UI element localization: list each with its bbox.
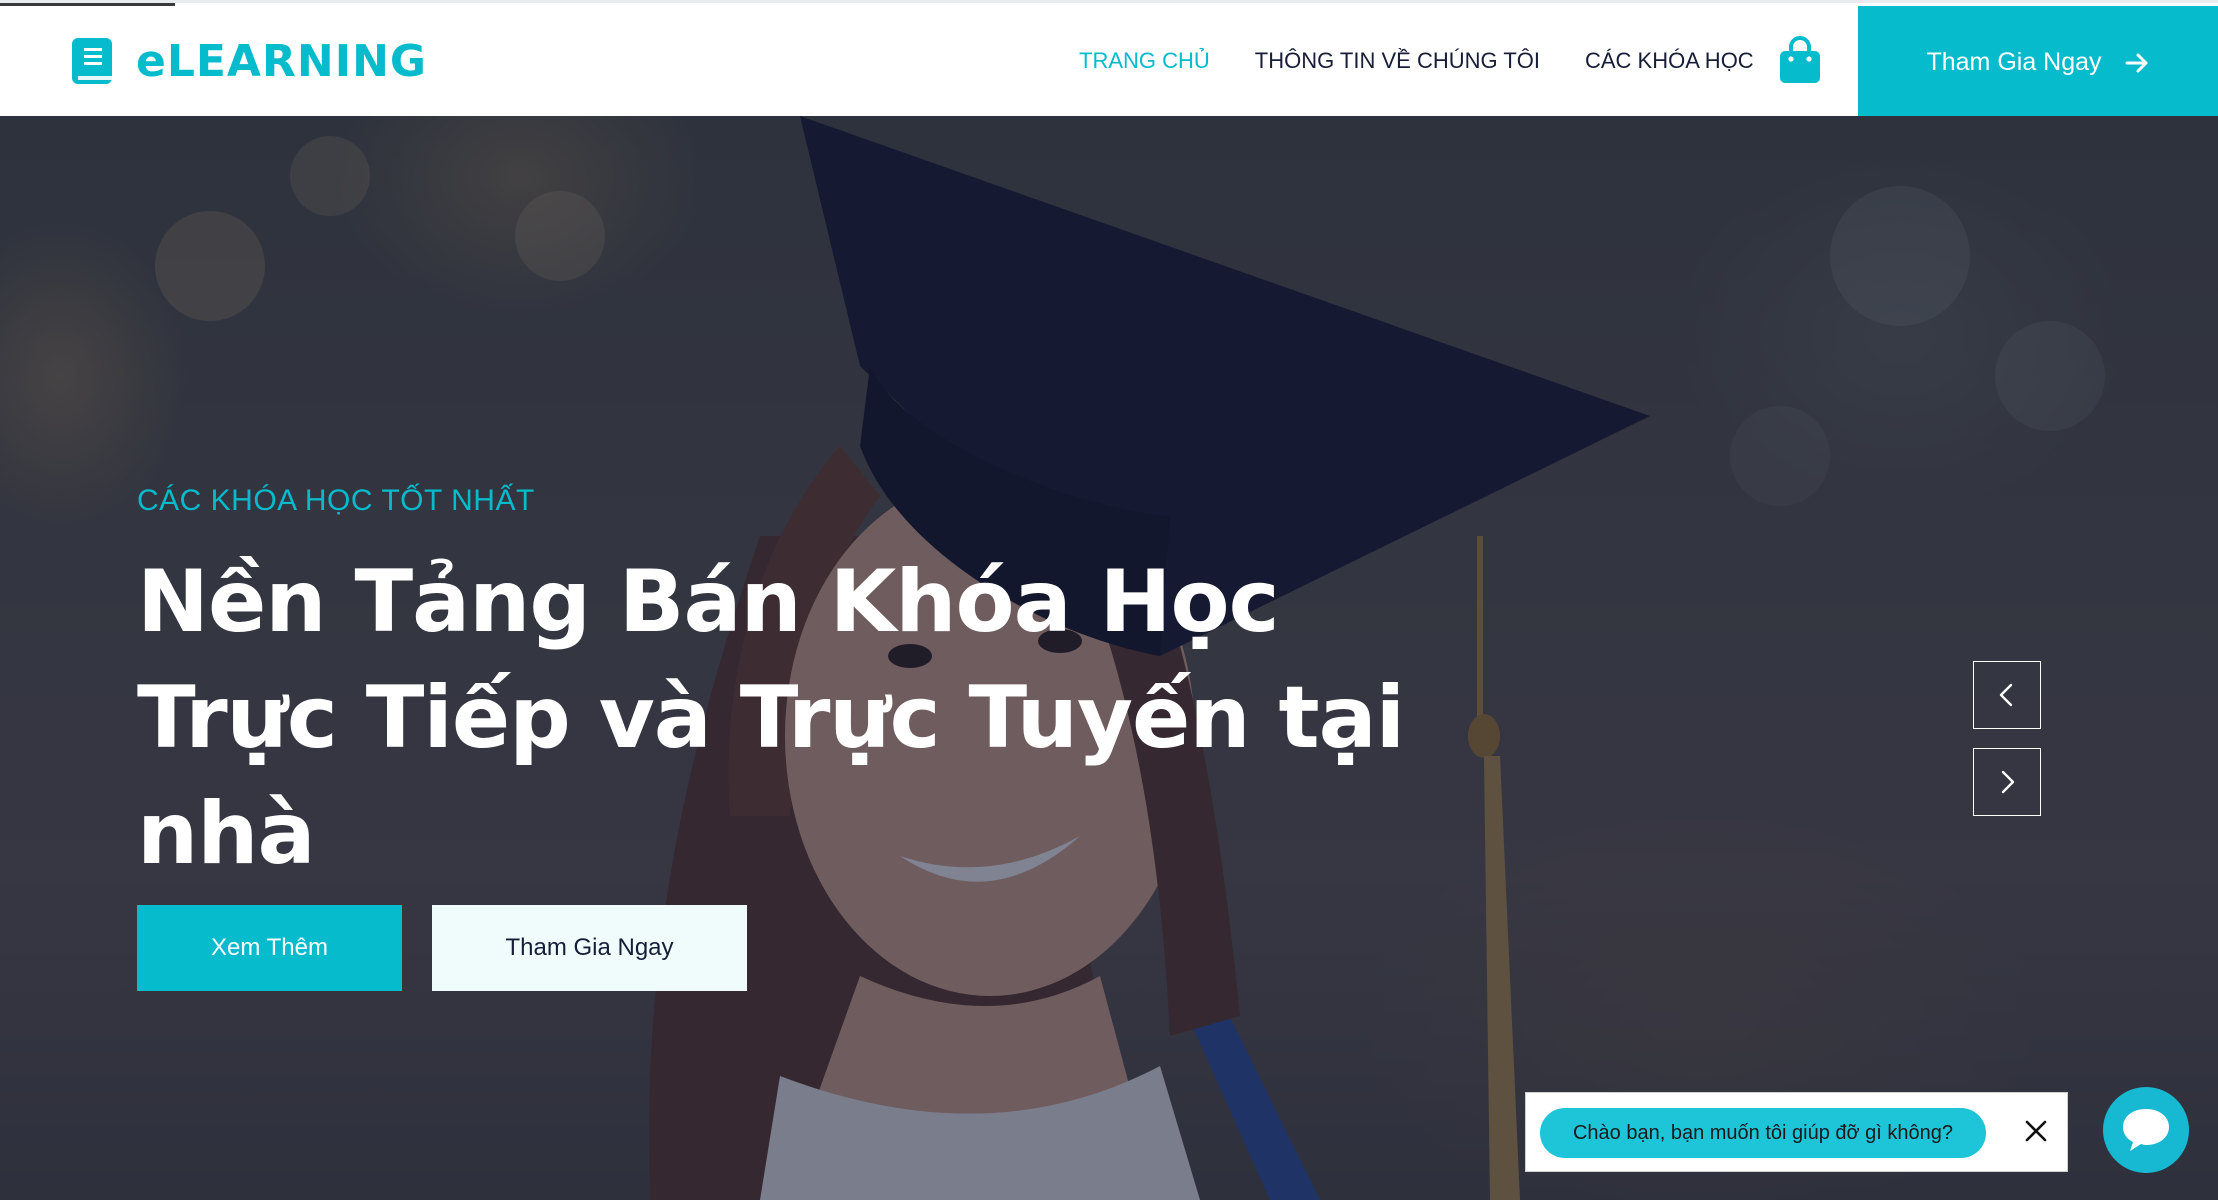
- hero-eyebrow: CÁC KHÓA HỌC TỐT NHẤT: [137, 484, 535, 517]
- top-divider: [0, 3, 175, 6]
- see-more-button[interactable]: Xem Thêm: [137, 905, 402, 991]
- hero-title: Nền Tảng Bán Khóa Học Trực Tiếp và Trực …: [137, 552, 1405, 884]
- book-icon: [72, 38, 112, 84]
- join-now-button[interactable]: Tham Gia Ngay: [432, 905, 747, 991]
- chat-close-button[interactable]: [2016, 1111, 2056, 1151]
- shopping-bag-icon[interactable]: [1778, 35, 1822, 85]
- carousel-next-button[interactable]: [1973, 748, 2041, 816]
- brand-name: eLEARNING: [136, 35, 428, 87]
- chevron-left-icon: [1999, 683, 2013, 707]
- arrow-right-icon: [2125, 53, 2148, 72]
- main-nav: TRANG CHỦ THÔNG TIN VỀ CHÚNG TÔI CÁC KHÓ…: [1079, 41, 1799, 81]
- nav-item-home[interactable]: TRANG CHỦ: [1079, 41, 1210, 81]
- chat-greeting-panel: Chào bạn, bạn muốn tôi giúp đỡ gì không?: [1525, 1092, 2068, 1172]
- nav-item-about[interactable]: THÔNG TIN VỀ CHÚNG TÔI: [1255, 41, 1540, 81]
- brand-logo[interactable]: eLEARNING: [70, 33, 427, 89]
- close-icon: [2025, 1120, 2047, 1142]
- site-header: eLEARNING TRANG CHỦ THÔNG TIN VỀ CHÚNG T…: [0, 0, 2218, 119]
- chat-bubble-icon: [2123, 1109, 2169, 1151]
- chat-launcher-button[interactable]: [2103, 1087, 2189, 1173]
- chevron-right-icon: [2001, 770, 2015, 794]
- join-now-header-label: Tham Gia Ngay: [1926, 48, 2102, 76]
- carousel-prev-button[interactable]: [1973, 661, 2041, 729]
- nav-item-courses[interactable]: CÁC KHÓA HỌC: [1585, 41, 1754, 81]
- join-now-header-button[interactable]: Tham Gia Ngay: [1858, 6, 2218, 119]
- chat-greeting-message[interactable]: Chào bạn, bạn muốn tôi giúp đỡ gì không?: [1540, 1108, 1986, 1158]
- hero-carousel: CÁC KHÓA HỌC TỐT NHẤT Nền Tảng Bán Khóa …: [0, 116, 2218, 1200]
